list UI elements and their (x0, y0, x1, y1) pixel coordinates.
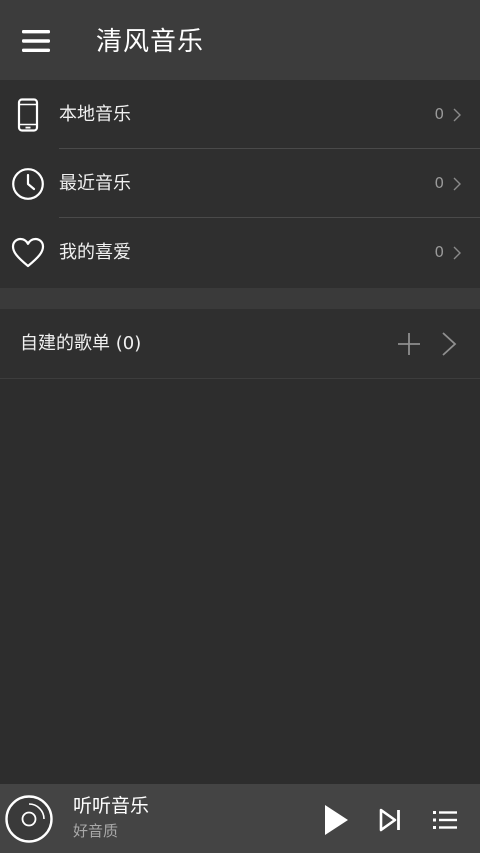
menu-button[interactable] (14, 22, 58, 60)
playlists-expand-button[interactable] (440, 331, 458, 357)
library-item-local-music[interactable]: 本地音乐 0 (0, 80, 480, 149)
library-item-favorites[interactable]: 我的喜爱 0 (0, 218, 480, 287)
library-item-label: 本地音乐 (59, 104, 131, 125)
library-list: 本地音乐 0 最近音乐 0 我的喜爱 0 (0, 80, 480, 288)
hamburger-menu-icon (22, 30, 50, 52)
now-playing-title: 听听音乐 (73, 795, 150, 817)
playlist-queue-icon (433, 811, 457, 829)
library-item-label: 最近音乐 (59, 173, 131, 194)
skip-next-icon (379, 808, 400, 832)
playlist-queue-button[interactable] (428, 804, 462, 836)
disc-icon[interactable] (4, 794, 54, 844)
clock-icon (10, 166, 46, 202)
phone-icon (10, 97, 46, 133)
play-icon (325, 805, 348, 835)
library-item-count: 0 (434, 243, 444, 261)
now-playing-subtitle: 好音质 (73, 822, 119, 840)
custom-playlists-title: 自建的歌单 (0) (20, 333, 142, 354)
library-item-recent-music[interactable]: 最近音乐 0 (0, 149, 480, 218)
mini-player-bar[interactable]: 听听音乐 好音质 (0, 784, 480, 853)
add-playlist-button[interactable] (396, 331, 422, 357)
top-app-bar: 清风音乐 (0, 0, 480, 80)
library-item-label: 我的喜爱 (59, 242, 131, 263)
chevron-right-icon (453, 177, 461, 191)
app-title: 清风音乐 (96, 27, 205, 57)
section-separator (0, 288, 480, 309)
library-item-count: 0 (434, 105, 444, 123)
heart-icon (10, 235, 46, 271)
custom-playlists-header[interactable]: 自建的歌单 (0) (0, 309, 480, 379)
play-button[interactable] (318, 802, 354, 838)
chevron-right-icon (453, 108, 461, 122)
library-item-count: 0 (434, 174, 444, 192)
chevron-right-icon (453, 246, 461, 260)
next-track-button[interactable] (374, 804, 406, 836)
